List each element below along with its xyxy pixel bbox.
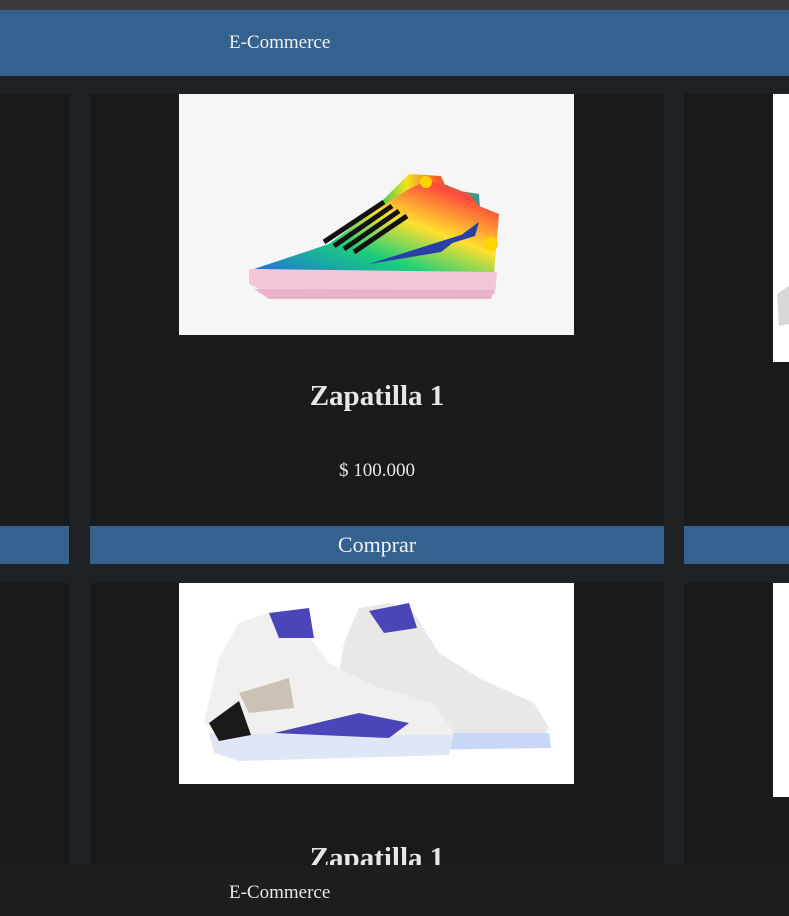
buy-button-left[interactable] xyxy=(0,526,69,564)
window-top-strip xyxy=(0,0,789,10)
site-header: E-Commerce xyxy=(0,10,789,76)
product-price: $ 100.000 xyxy=(339,460,415,481)
footer-brand[interactable]: E-Commerce xyxy=(229,882,330,904)
product-title: Zapatilla 1 xyxy=(309,380,445,412)
buy-button[interactable]: Comprar xyxy=(90,526,664,564)
product-image-2[interactable] xyxy=(179,583,574,784)
buy-button-right[interactable] xyxy=(684,526,789,564)
left-product-column xyxy=(0,94,70,526)
sneaker-white-purple-image xyxy=(179,583,574,784)
product-image[interactable] xyxy=(179,94,574,335)
site-footer: E-Commerce xyxy=(0,865,789,916)
brand-title[interactable]: E-Commerce xyxy=(229,32,330,54)
left-product-column-2 xyxy=(0,583,70,865)
next-product-image[interactable] xyxy=(773,94,789,362)
sneaker-partial-image xyxy=(773,94,789,362)
sneaker-multicolor-image xyxy=(179,94,574,335)
next-product-image-2[interactable] xyxy=(773,583,789,797)
